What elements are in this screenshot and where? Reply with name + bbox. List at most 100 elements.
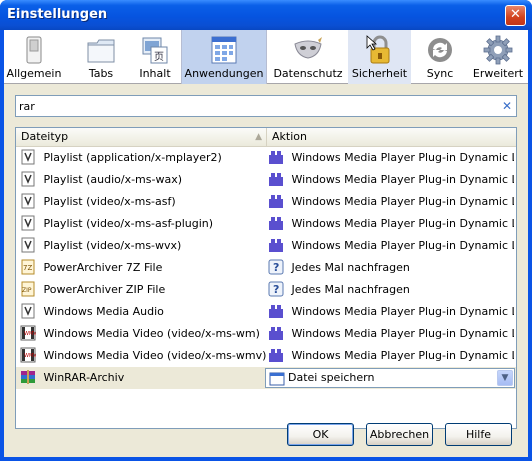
action-label: Windows Media Player Plug-in Dynamic Lin… bbox=[291, 327, 515, 340]
tab-security[interactable]: Sicherheit bbox=[348, 30, 411, 84]
ask-icon: ? bbox=[268, 259, 284, 275]
action-cell[interactable]: Windows Media Player Plug-in Dynamic Lin… bbox=[268, 323, 514, 345]
action-dropdown-value: Datei speichern bbox=[288, 371, 375, 384]
wmv-file-icon: WMV bbox=[20, 347, 36, 363]
table-row[interactable]: Playlist (video/x-ms-asf) Windows Media … bbox=[16, 191, 516, 213]
table-row[interactable]: Playlist (audio/x-ms-wax) Windows Media … bbox=[16, 169, 516, 191]
file-type-label: Playlist (audio/x-ms-wax) bbox=[43, 173, 183, 186]
wmv-file-icon: WMV bbox=[20, 325, 36, 341]
table-row[interactable]: 7Z PowerArchiver 7Z File ? Jedes Mal nac… bbox=[16, 257, 516, 279]
media-file-icon bbox=[21, 171, 35, 187]
table-row[interactable]: Playlist (application/x-mplayer2) Window… bbox=[16, 147, 516, 169]
file-type-label: PowerArchiver ZIP File bbox=[43, 283, 166, 296]
tab-label: Sicherheit bbox=[351, 67, 408, 80]
action-cell[interactable]: Windows Media Player Plug-in Dynamic Lin… bbox=[268, 213, 514, 235]
action-label: Windows Media Player Plug-in Dynamic Lin… bbox=[291, 305, 515, 318]
file-type-cell: WMV Windows Media Video (video/x-ms-wm) bbox=[20, 323, 266, 345]
svg-text:ZIP: ZIP bbox=[22, 287, 32, 294]
tab-privacy[interactable]: Datenschutz bbox=[270, 30, 346, 84]
svg-text:页: 页 bbox=[154, 51, 164, 63]
table-header: Dateityp ▲ Aktion bbox=[16, 128, 516, 147]
tab-sync[interactable]: Sync bbox=[418, 30, 462, 84]
applications-icon bbox=[211, 36, 237, 64]
plugin-icon bbox=[269, 349, 283, 362]
table-row[interactable]: WMV Windows Media Video (video/x-ms-wmv)… bbox=[16, 345, 516, 367]
file-type-cell: Windows Media Audio bbox=[20, 301, 266, 323]
action-cell[interactable]: Windows Media Player Plug-in Dynamic Lin… bbox=[268, 191, 514, 213]
tab-label: Inhalt bbox=[139, 67, 171, 80]
search-box[interactable]: ✕ bbox=[15, 95, 517, 117]
tab-tabs[interactable]: Tabs bbox=[76, 30, 126, 84]
table-row[interactable]: ZIP PowerArchiver ZIP File ? Jedes Mal n… bbox=[16, 279, 516, 301]
file-type-cell: ZIP PowerArchiver ZIP File bbox=[20, 279, 266, 301]
help-button[interactable]: Hilfe bbox=[445, 423, 512, 446]
ask-icon: ? bbox=[268, 281, 284, 297]
file-type-label: Playlist (video/x-ms-asf) bbox=[43, 195, 176, 208]
advanced-gear-icon bbox=[483, 35, 513, 65]
action-label: Jedes Mal nachfragen bbox=[291, 261, 410, 274]
table-row[interactable]: Windows Media Audio Windows Media Player… bbox=[16, 301, 516, 323]
clear-search-icon[interactable]: ✕ bbox=[502, 99, 512, 113]
action-cell[interactable]: ? Jedes Mal nachfragen bbox=[268, 279, 514, 301]
action-label: Windows Media Player Plug-in Dynamic Lin… bbox=[291, 151, 515, 164]
action-label: Jedes Mal nachfragen bbox=[291, 283, 410, 296]
winrar-icon bbox=[21, 370, 35, 384]
action-cell[interactable]: Windows Media Player Plug-in Dynamic Lin… bbox=[268, 147, 514, 169]
file-type-label: Playlist (video/x-ms-asf-plugin) bbox=[43, 217, 214, 230]
action-cell[interactable]: Windows Media Player Plug-in Dynamic Lin… bbox=[268, 345, 514, 367]
tab-applications[interactable]: Anwendungen bbox=[181, 30, 267, 84]
svg-text:WMV: WMV bbox=[24, 331, 36, 337]
action-cell[interactable]: Windows Media Player Plug-in Dynamic Lin… bbox=[268, 169, 514, 191]
tab-label: Allgemein bbox=[6, 67, 62, 80]
plugin-icon bbox=[269, 327, 283, 340]
file-type-cell: WinRAR-Archiv bbox=[20, 367, 266, 389]
column-header-label: Dateityp bbox=[21, 130, 69, 143]
preferences-window: Einstellungen ✕ Allgemein Tabs 页 Inhalt … bbox=[0, 0, 532, 461]
action-cell[interactable]: ? Jedes Mal nachfragen bbox=[268, 257, 514, 279]
cancel-button[interactable]: Abbrechen bbox=[366, 423, 433, 446]
privacy-mask-icon bbox=[294, 37, 322, 59]
file-type-label: Playlist (video/x-ms-wvx) bbox=[43, 239, 182, 252]
table-row[interactable]: WMV Windows Media Video (video/x-ms-wm) … bbox=[16, 323, 516, 345]
table-row[interactable]: Playlist (video/x-ms-wvx) Windows Media … bbox=[16, 235, 516, 257]
file-type-label: PowerArchiver 7Z File bbox=[43, 261, 163, 274]
table-body: Playlist (application/x-mplayer2) Window… bbox=[16, 147, 516, 389]
file-type-label: WinRAR-Archiv bbox=[43, 371, 125, 384]
tab-advanced[interactable]: Erweitert bbox=[470, 30, 526, 84]
title-bar[interactable]: Einstellungen ✕ bbox=[0, 0, 532, 30]
tab-content[interactable]: 页 Inhalt bbox=[130, 30, 180, 84]
sync-icon bbox=[428, 38, 452, 62]
plugin-icon bbox=[269, 195, 283, 208]
column-header-label: Aktion bbox=[272, 130, 307, 143]
action-label: Windows Media Player Plug-in Dynamic Lin… bbox=[291, 349, 515, 362]
column-header-file-type[interactable]: Dateityp ▲ bbox=[16, 128, 267, 146]
file-type-cell: Playlist (video/x-ms-asf-plugin) bbox=[20, 213, 266, 235]
media-file-icon bbox=[21, 149, 35, 165]
close-button[interactable]: ✕ bbox=[505, 5, 526, 26]
action-cell[interactable]: Windows Media Player Plug-in Dynamic Lin… bbox=[268, 235, 514, 257]
search-input[interactable] bbox=[19, 98, 489, 114]
security-lock-icon bbox=[366, 35, 389, 64]
media-file-icon bbox=[21, 193, 35, 209]
content-icon: 页 bbox=[142, 37, 168, 64]
svg-text:?: ? bbox=[273, 261, 279, 274]
chevron-down-icon[interactable]: ▼ bbox=[497, 370, 513, 386]
table-row-selected[interactable]: WinRAR-Archiv Datei speichern ▼ bbox=[16, 367, 516, 389]
action-cell[interactable]: Windows Media Player Plug-in Dynamic Lin… bbox=[268, 301, 514, 323]
column-header-action[interactable]: Aktion bbox=[267, 128, 516, 146]
media-file-icon bbox=[21, 237, 35, 253]
plugin-icon bbox=[269, 217, 283, 230]
file-type-table[interactable]: Dateityp ▲ Aktion Playlist (application/… bbox=[15, 127, 517, 429]
svg-text:?: ? bbox=[273, 283, 279, 296]
tab-label: Datenschutz bbox=[273, 67, 343, 80]
table-row[interactable]: Playlist (video/x-ms-asf-plugin) Windows… bbox=[16, 213, 516, 235]
file-type-label: Playlist (application/x-mplayer2) bbox=[43, 151, 222, 164]
svg-text:WMV: WMV bbox=[24, 353, 36, 359]
action-dropdown[interactable]: Datei speichern ▼ bbox=[265, 368, 515, 388]
tab-general[interactable]: Allgemein bbox=[5, 30, 63, 84]
ok-button[interactable]: OK bbox=[287, 423, 354, 446]
plugin-icon bbox=[269, 305, 283, 318]
file-type-cell: Playlist (video/x-ms-wvx) bbox=[20, 235, 266, 257]
plugin-icon bbox=[269, 173, 283, 186]
general-switch-icon bbox=[26, 36, 42, 64]
